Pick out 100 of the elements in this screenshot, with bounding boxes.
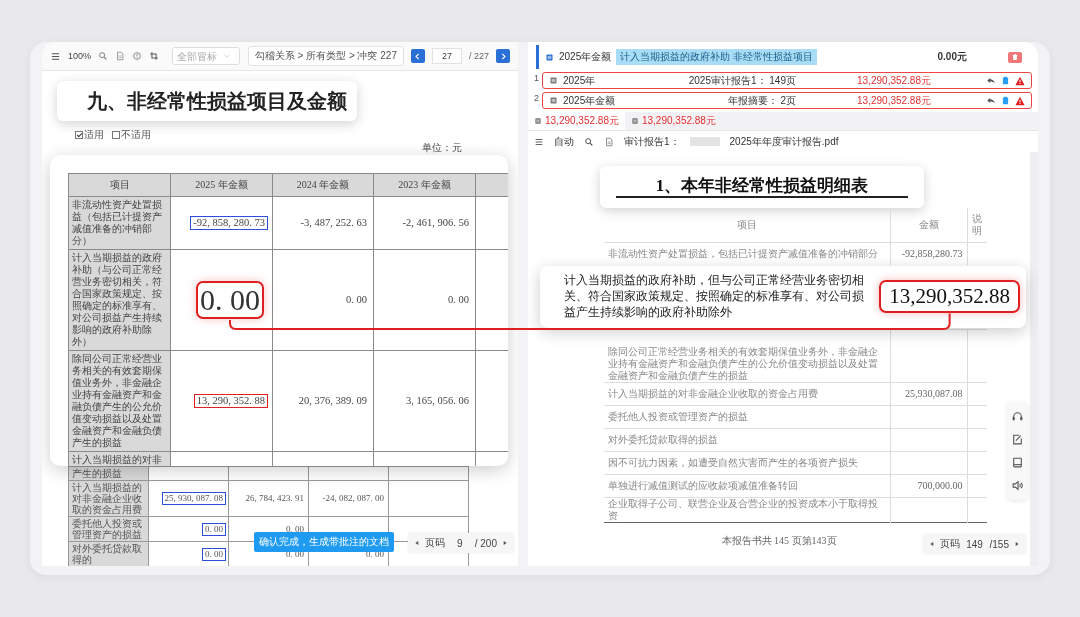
table-cell: 委托他人投资或管理资产的损益 bbox=[68, 516, 149, 542]
table-cell-text: 0. 00 bbox=[345, 294, 368, 306]
column-header: 说明 bbox=[967, 208, 987, 243]
previous-button[interactable] bbox=[410, 49, 425, 63]
headset-icon[interactable] bbox=[1011, 410, 1024, 423]
page-footer: 本报告书共 145 页第143页 bbox=[721, 535, 837, 546]
search-icon[interactable] bbox=[98, 51, 109, 61]
column-header: 2023 年金额 bbox=[373, 173, 476, 197]
table-cell-text: -2, 461, 906. 56 bbox=[401, 217, 470, 229]
amount-tab[interactable]: 13,290,352.88元 bbox=[528, 112, 625, 130]
table-cell: 非流动性资产处置损益（包括已计提资产减值准备的冲销部分） bbox=[68, 196, 171, 250]
table-cell: 700,000.00 bbox=[890, 474, 967, 498]
row-number: 1 bbox=[534, 73, 539, 83]
table-cell: 计入当期损益的政府补助（与公司正常经营业务密切相关，符合国家政策规定、按照确定的标准享有、对公司损益产生持续影响的政府补助除外） bbox=[68, 249, 171, 351]
column-header: 金额 bbox=[890, 208, 967, 243]
table-cell: 计入当期损益的对非金融企业收取的资金占用费 bbox=[604, 382, 890, 406]
row-number: 2 bbox=[534, 93, 539, 103]
warning-icon bbox=[1015, 95, 1025, 106]
highlighted-value: 0. 00 bbox=[202, 547, 226, 561]
page-input[interactable]: 27 bbox=[431, 48, 462, 64]
field-label: 2025年金额 bbox=[559, 50, 612, 64]
table-icon bbox=[549, 76, 558, 85]
table-cell: 除同公司正常经营业务相关的有效套期保值业务外，非金融企业持有金融资产和金融负债产生的公允价值变动损益以及处置金融资产和金融负债产生的损益 bbox=[68, 350, 171, 452]
mode-selector[interactable]: 自动 bbox=[554, 134, 574, 149]
file-label: 审计报告1： bbox=[624, 134, 680, 149]
page-total: / 200 bbox=[474, 537, 497, 549]
page-number[interactable]: 9 bbox=[448, 537, 471, 549]
edit-icon[interactable] bbox=[1011, 433, 1024, 446]
table-cell: 计入当期损益的对非金融企业收取的资金占用费 bbox=[68, 480, 149, 517]
column-header: 2025 年金额 bbox=[170, 173, 273, 197]
delete-button[interactable] bbox=[1008, 51, 1022, 63]
column-header: 项目 bbox=[68, 173, 171, 197]
table-cell-text: 20, 376, 389. 09 bbox=[297, 395, 368, 407]
chevron-down-icon bbox=[223, 52, 232, 60]
page-number[interactable]: 149 bbox=[963, 538, 986, 550]
table-cell: 产生的损益 bbox=[68, 466, 149, 481]
next-page-icon[interactable] bbox=[1013, 540, 1021, 548]
column-header: 项目 bbox=[604, 208, 890, 243]
row-text: 计入当期损益的政府补助，但与公司正常经营业务密切相关、符合国家政策规定、按照确定的标准享有、对公司损益产生持续影响的政府补助除外 bbox=[564, 272, 865, 320]
book-icon[interactable] bbox=[1011, 456, 1024, 469]
source-page[interactable]: 2025审计报告1： 149页 bbox=[686, 73, 796, 88]
amount: 0.00元 bbox=[937, 50, 967, 64]
clipboard-icon[interactable] bbox=[1001, 96, 1010, 105]
next-button[interactable] bbox=[496, 49, 510, 63]
column-header: 2024 年金额 bbox=[272, 173, 374, 197]
table-cell: 25,930,087.08 bbox=[890, 382, 967, 406]
file-name: 2025年年度审计报告.pdf bbox=[729, 134, 839, 149]
highlighted-value: -92, 858, 280. 73 bbox=[190, 216, 268, 230]
crop-icon[interactable] bbox=[149, 51, 160, 61]
highlighted-value: 0. 00 bbox=[202, 522, 226, 536]
amount: 13,290,352.88元 bbox=[856, 73, 931, 88]
table-cell-text: 3, 165, 056. 06 bbox=[405, 395, 470, 407]
table-cell-text: 26, 784, 423. 91 bbox=[244, 493, 305, 504]
highlighted-value: 13, 290, 352. 88 bbox=[193, 394, 268, 408]
document-icon[interactable] bbox=[115, 51, 126, 61]
table-cell-text: -24, 082, 087. 00 bbox=[321, 493, 385, 504]
menu-icon[interactable] bbox=[50, 50, 61, 62]
table-cell-text: 0. 00 bbox=[447, 294, 470, 306]
warning-icon bbox=[1015, 75, 1025, 86]
table-cell: 委托他人投资或管理资产的损益 bbox=[604, 405, 890, 429]
speaker-icon[interactable] bbox=[1011, 479, 1024, 492]
table-icon bbox=[545, 52, 554, 62]
redaction-bar bbox=[689, 137, 720, 146]
table-cell: -92,858,280.73 bbox=[890, 242, 967, 265]
next-page-icon[interactable] bbox=[501, 539, 509, 547]
highlighted-value: 25, 930, 087. 08 bbox=[161, 492, 226, 505]
table-cell-text: 0. 00 bbox=[285, 523, 305, 535]
field-label: 2025年金额 bbox=[563, 93, 616, 108]
page-total: / 227 bbox=[468, 51, 489, 61]
page-label: 页码 bbox=[424, 536, 445, 550]
table-icon bbox=[549, 96, 558, 105]
table-cell: 因不可抗力因素，如遭受自然灾害而产生的各项资产损失 bbox=[604, 451, 890, 475]
page-label: 页码 bbox=[939, 537, 960, 551]
highlighted-amount: 13,290,352.88 bbox=[879, 279, 1020, 313]
source-page[interactable]: 年报摘要： 2页 bbox=[686, 93, 796, 108]
section-heading: 九、非经常性损益项目及金额 bbox=[57, 81, 357, 121]
zoom-level[interactable]: 100% bbox=[68, 51, 92, 61]
table-cell: 对外委托贷款取得的 bbox=[68, 541, 149, 566]
filter-dropdown[interactable]: 全部冒标 bbox=[172, 47, 241, 65]
trash-icon bbox=[1011, 53, 1019, 61]
amount: 13,290,352.88元 bbox=[856, 93, 931, 108]
page-total: /155 bbox=[989, 538, 1009, 550]
category-tag: 计入当期损益的政府补助 非经常性损益项目 bbox=[616, 49, 818, 65]
table-icon bbox=[630, 117, 639, 125]
file-icon bbox=[604, 136, 614, 147]
table-cell: 企业取得子公司、联营企业及合营企业的投资成本小于取得投资 bbox=[604, 497, 890, 523]
table-icon bbox=[534, 117, 542, 125]
clipboard-icon[interactable] bbox=[1001, 76, 1010, 85]
table-cell-text: -3, 487, 252. 63 bbox=[299, 217, 368, 229]
breadcrumb[interactable]: 勾稽关系 > 所有类型 > 冲突 227 bbox=[247, 46, 404, 66]
table-cell: 单独进行减值测试的应收款项减值准备转回 bbox=[604, 474, 890, 498]
unit-label: 单位：元 bbox=[421, 143, 463, 153]
table-heading: 1、本年非经常性损益明细表 bbox=[600, 166, 924, 208]
highlighted-value: 0. 00 bbox=[196, 281, 264, 319]
amount-tab[interactable]: 13,290,352.88元 bbox=[624, 112, 722, 130]
table-cell: 非流动性资产处置损益，包括已计提资产减值准备的冲销部分 bbox=[604, 242, 890, 265]
menu-icon[interactable] bbox=[534, 136, 544, 147]
table-cell: 除同公司正常经营业务相关的有效套期保值业务外，非金融企业持有金融资产和金融负债产生的公允价值变动损益以及处置金融资产和金融负债产生的损益 bbox=[604, 329, 890, 383]
table-cell: 对外委托贷款取得的损益 bbox=[604, 428, 890, 452]
search-icon[interactable] bbox=[584, 136, 594, 147]
